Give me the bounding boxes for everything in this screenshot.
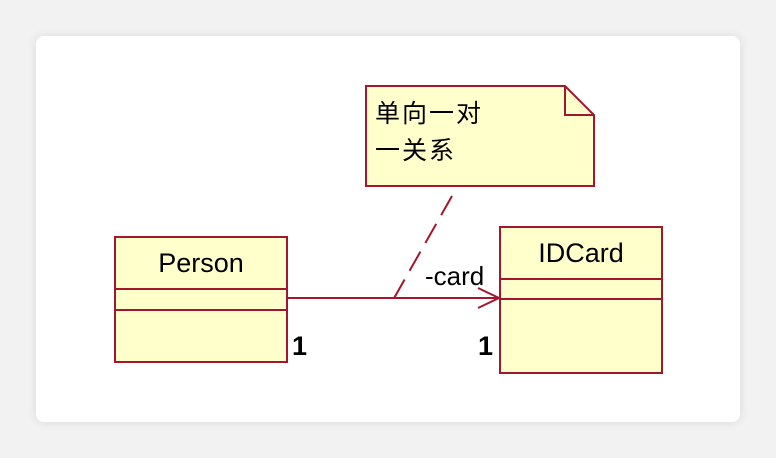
class-name: IDCard [501,228,661,280]
note[interactable]: 单向一对 一关系 [375,95,585,169]
note-line: 单向一对 [375,99,484,128]
target-multiplicity: 1 [478,331,494,361]
class-attributes [116,290,286,311]
source-multiplicity: 1 [292,331,308,361]
class-attributes [501,280,661,300]
class-person[interactable]: Person [114,236,288,363]
note-line: 一关系 [375,136,457,165]
association-role-label: -card [425,261,485,291]
class-name: Person [116,238,286,290]
class-idcard[interactable]: IDCard [499,226,663,374]
